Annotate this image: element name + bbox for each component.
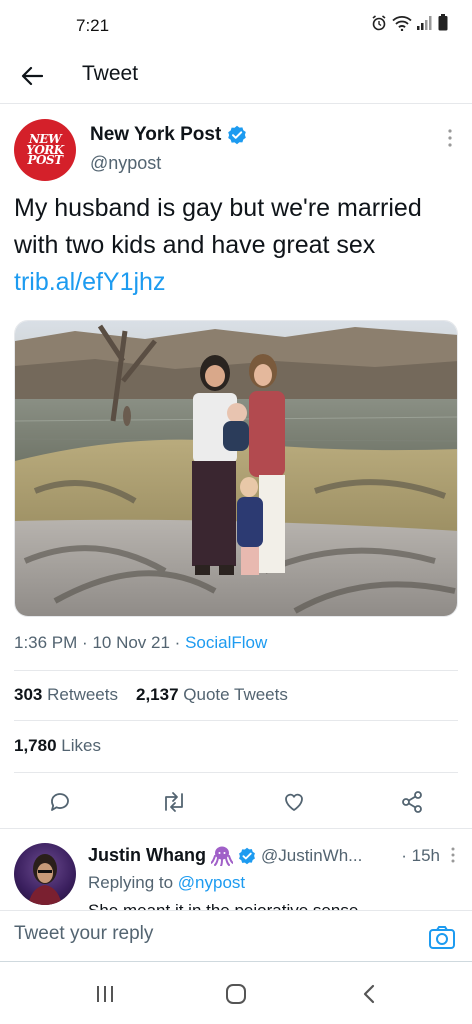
more-options-icon[interactable] (448, 845, 458, 865)
reply-input[interactable]: Tweet your reply (14, 923, 153, 945)
likes-label: Likes (61, 736, 101, 755)
reply-icon (51, 793, 69, 811)
divider (14, 772, 458, 773)
like-icon (285, 793, 303, 811)
retweet-button[interactable] (158, 786, 190, 818)
avatar-logo-line-3: POST (27, 153, 63, 168)
quote-tweets-count: 2,137 (135, 685, 179, 704)
like-button[interactable] (278, 786, 310, 818)
reply-author-handle: @JustinWh... (261, 845, 363, 865)
author-name-row[interactable]: New York Post (90, 124, 247, 146)
quote-tweets-label: Quote Tweets (183, 685, 288, 704)
reply-author-avatar[interactable] (14, 843, 76, 905)
reply-button[interactable] (44, 786, 76, 818)
home-button[interactable] (221, 982, 251, 1006)
status-time: 7:21 (76, 16, 110, 35)
tweet-actions (0, 782, 472, 822)
likes-count: 1,780 (14, 736, 57, 755)
retweet-icon (165, 792, 183, 812)
top-app-bar: Tweet (0, 48, 472, 104)
home-icon (226, 984, 246, 1004)
tweet-body: My husband is gay but we're married with… (14, 194, 422, 259)
likes-stats: 1,780 Likes (14, 736, 101, 756)
page-title: Tweet (82, 62, 139, 85)
retweets-label: Retweets (47, 685, 118, 704)
tweet-timestamp: 1:36 PM · 10 Nov 21 · SocialFlow (14, 633, 267, 653)
retweets-count: 303 (14, 685, 43, 704)
author-avatar[interactable]: NEW YORK POST (14, 119, 76, 181)
back-button[interactable] (16, 60, 48, 92)
tweet-time: 1:36 PM (14, 633, 78, 652)
signal-icon (417, 15, 432, 30)
divider (14, 720, 458, 721)
arrow-left-icon (21, 66, 43, 86)
verified-badge-icon (228, 125, 247, 145)
separator-dot: · (401, 846, 412, 865)
reply-author-row[interactable]: Justin Whang @JustinWh... (88, 845, 362, 866)
system-nav-bar (0, 964, 472, 1024)
tweet-author: NEW YORK POST New York Post @nypost (0, 116, 472, 186)
author-name: New York Post (90, 124, 222, 145)
battery-icon (438, 14, 448, 31)
retweet-stats: 303 Retweets 2,137 Quote Tweets (14, 685, 288, 705)
tweet-source[interactable]: SocialFlow (185, 633, 267, 652)
composer-underline (0, 961, 472, 962)
camera-icon[interactable] (428, 925, 456, 951)
family-photo-image (15, 321, 457, 616)
alarm-icon (372, 14, 386, 30)
reply-avatar-image (28, 854, 62, 905)
recent-apps-button[interactable] (90, 982, 120, 1006)
more-options-icon[interactable] (444, 126, 456, 150)
replying-to-handle[interactable]: @nypost (178, 873, 245, 892)
reply-body: She meant it in the pejorative sense (88, 901, 358, 910)
status-icons (371, 14, 448, 31)
replying-to: Replying to @nypost (88, 873, 245, 893)
chevron-left-icon (363, 984, 375, 1004)
quote-tweets-stat[interactable]: 2,137 Quote Tweets (136, 685, 288, 705)
divider (14, 670, 458, 671)
tweet-link[interactable]: trib.al/efY1jhz (14, 268, 165, 296)
replying-to-label: Replying to (88, 873, 174, 892)
likes-stat[interactable]: 1,780 Likes (14, 736, 101, 756)
back-nav-button[interactable] (354, 982, 384, 1006)
reply-tweet[interactable]: Justin Whang @JustinWh... · 15h Replying… (0, 828, 472, 910)
tweet-date: 10 Nov 21 (92, 633, 170, 652)
wifi-icon (392, 15, 412, 31)
recent-apps-icon (97, 986, 113, 1002)
share-icon (402, 791, 422, 813)
reply-time-value: 15h (411, 846, 440, 865)
octopus-emoji-icon (211, 846, 233, 866)
verified-badge-icon (239, 847, 255, 864)
retweets-stat[interactable]: 303 Retweets (14, 685, 118, 705)
author-handle[interactable]: @nypost (90, 153, 161, 174)
tweet-text: My husband is gay but we're married with… (14, 190, 458, 301)
status-bar: 7:21 (0, 0, 472, 48)
share-button[interactable] (396, 786, 428, 818)
tweet-photo[interactable] (14, 320, 458, 617)
reply-author-name: Justin Whang (88, 845, 206, 865)
reply-timestamp: · 15h (401, 846, 440, 866)
separator-dot: · (174, 633, 186, 652)
reply-composer: Tweet your reply (0, 910, 472, 962)
separator-dot: · (82, 633, 93, 652)
